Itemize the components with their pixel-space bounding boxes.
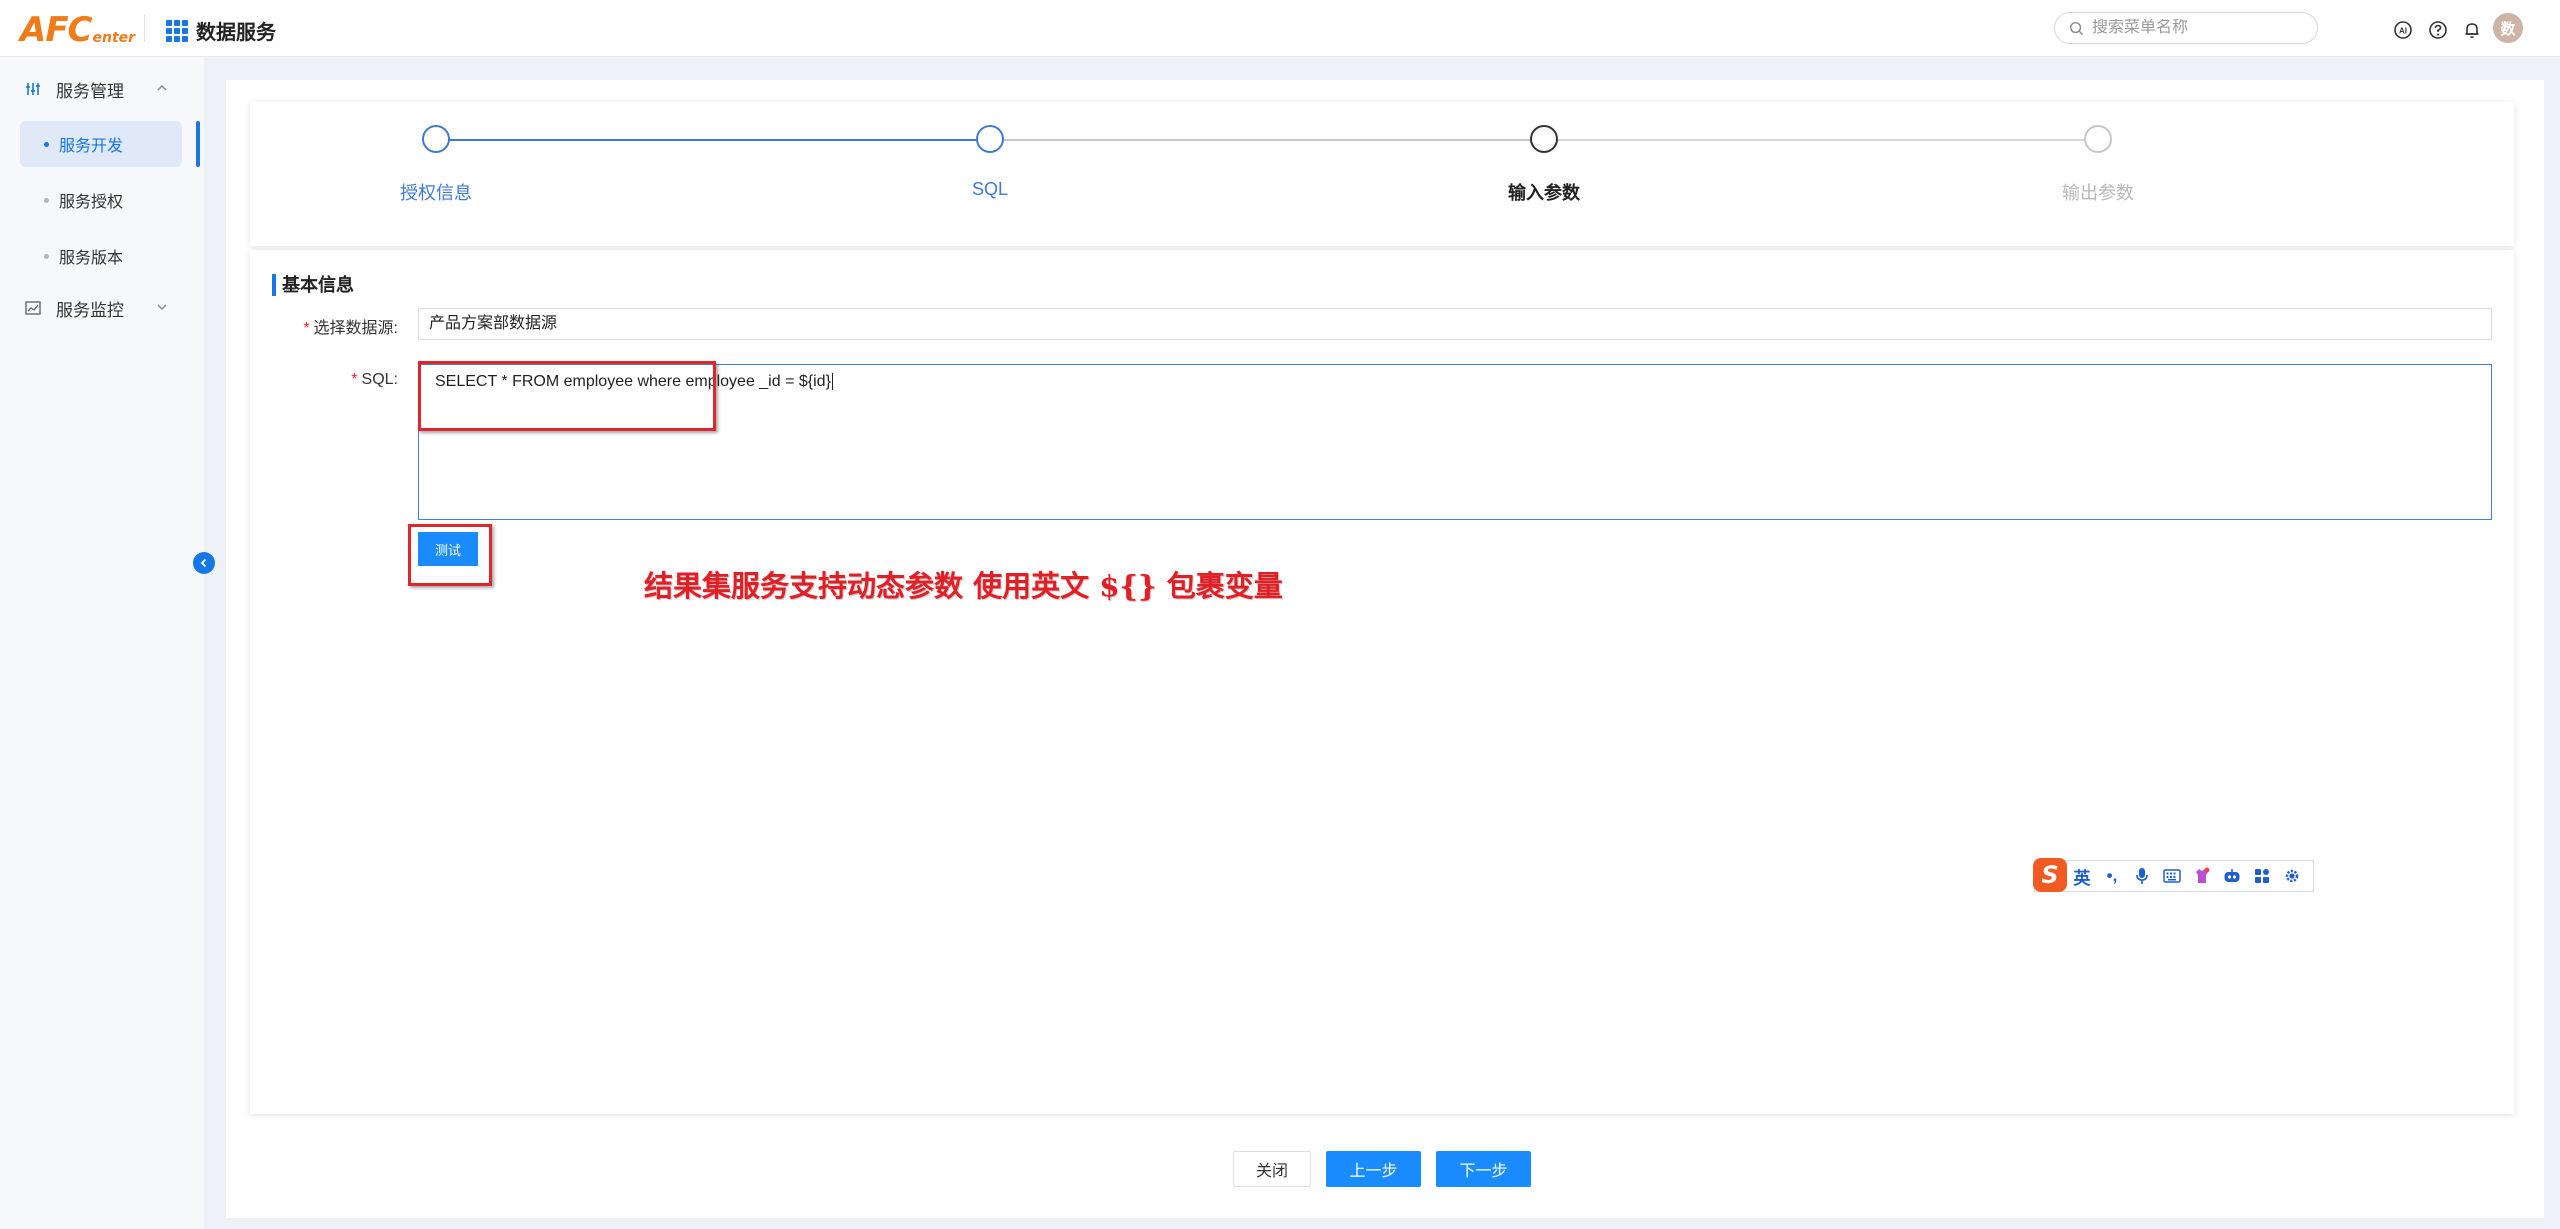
settings-gear-icon[interactable] [2277, 861, 2307, 891]
highlight-box-test [408, 524, 492, 586]
app-title: 数据服务 [196, 22, 276, 44]
steps-progress: 授权信息 SQL 输入参数 输出参数 [250, 102, 2514, 246]
datasource-label: * 选择数据源: [303, 320, 398, 337]
logo-text: AFC [20, 10, 92, 50]
sidebar-item-label: 服务开发 [59, 138, 124, 155]
sidebar-collapse-button[interactable] [193, 552, 215, 574]
previous-step-button[interactable]: 上一步 [1326, 1151, 1421, 1187]
user-avatar[interactable]: 数 [2493, 13, 2523, 43]
chevron-up-icon [157, 85, 167, 91]
step-4-label: 输出参数 [2062, 183, 2134, 203]
bullet-dot [44, 253, 49, 259]
required-mark: * [351, 371, 358, 388]
toolbox-grid-icon[interactable] [2247, 861, 2277, 891]
header-divider [144, 14, 145, 42]
datasource-select[interactable]: 产品方案部数据源 [418, 308, 2492, 340]
basic-info-form: 基本信息 * 选择数据源: 产品方案部数据源 * SQL: SELECT * FRO… [250, 250, 2514, 1114]
sidebar-group-label: 服务管理 [56, 81, 124, 101]
robot-assistant-icon[interactable] [2217, 861, 2247, 891]
sidebar-group-service-management[interactable]: 服务管理 [24, 74, 167, 104]
step-3-label: 输入参数 [1508, 183, 1580, 203]
sidebar-item-label: 服务版本 [59, 250, 124, 267]
highlight-box-sql [418, 361, 716, 431]
sliders-icon [26, 83, 40, 95]
step-2-label: SQL [971, 179, 1009, 199]
keyboard-icon[interactable] [2157, 861, 2187, 891]
ime-punctuation-toggle[interactable]: •, [2097, 861, 2127, 891]
step-connector [1002, 139, 1542, 141]
menu-search-input[interactable] [2092, 19, 2292, 37]
menu-search-box[interactable] [2054, 12, 2318, 44]
afcenter-logo[interactable]: AFC enter [20, 8, 135, 48]
next-step-button[interactable]: 下一步 [1436, 1151, 1531, 1187]
search-icon [2069, 21, 2084, 35]
chevron-down-icon [157, 304, 167, 310]
notification-bell-icon[interactable] [2462, 20, 2482, 40]
sidebar: 服务管理 服务开发 服务授权 服务版本 服务监控 [0, 57, 204, 1229]
ime-toolbar[interactable]: S 英 •, [2033, 858, 2314, 892]
sql-textarea[interactable]: SELECT * FROM employee where employee _i… [418, 364, 2492, 520]
required-mark: * [303, 320, 310, 337]
active-indicator [196, 121, 200, 167]
bullet-dot [44, 197, 49, 203]
app-switcher[interactable]: 数据服务 [166, 16, 276, 45]
sidebar-group-label: 服务监控 [56, 300, 124, 320]
ai-assistant-icon[interactable]: AI [2393, 20, 2413, 40]
step-2-circle[interactable] [976, 125, 1004, 153]
text-caret [831, 373, 833, 391]
annotation-note: 结果集服务支持动态参数 使用英文 ${} 包裹变量 [644, 569, 1283, 603]
sidebar-item-service-authorization[interactable]: 服务授权 [20, 177, 182, 223]
main-content: 授权信息 SQL 输入参数 输出参数 基本信息 * 选择数据源: 产品方案部数据源… [226, 80, 2544, 1218]
svg-text:AI: AI [2399, 27, 2407, 36]
sql-label: * SQL: [351, 371, 398, 388]
sidebar-item-service-version[interactable]: 服务版本 [20, 233, 182, 279]
step-1-circle[interactable] [422, 125, 450, 153]
section-title: 基本信息 [272, 274, 354, 296]
skin-shirt-icon[interactable] [2187, 861, 2217, 891]
step-1-label: 授权信息 [400, 183, 472, 203]
logo-subtext: enter [92, 30, 136, 46]
microphone-icon[interactable] [2127, 861, 2157, 891]
sogou-logo-icon[interactable]: S [2033, 858, 2067, 892]
ime-mode-toggle[interactable]: 英 [2067, 861, 2097, 891]
bullet-dot [44, 141, 49, 147]
step-3-circle[interactable] [1530, 125, 1558, 153]
sidebar-item-service-development[interactable]: 服务开发 [20, 121, 182, 167]
help-icon[interactable] [2428, 20, 2448, 40]
app-grid-icon [166, 19, 188, 42]
sidebar-group-service-monitoring[interactable]: 服务监控 [24, 293, 167, 323]
step-connector [1556, 139, 2096, 141]
step-4-circle[interactable] [2084, 125, 2112, 153]
close-button[interactable]: 关闭 [1233, 1151, 1311, 1187]
sidebar-item-label: 服务授权 [59, 194, 124, 211]
monitor-chart-icon [25, 301, 41, 315]
top-header: AFC enter 数据服务 AI 数 [0, 0, 2560, 57]
chevron-left-icon [200, 558, 207, 568]
step-connector-done [448, 139, 988, 141]
